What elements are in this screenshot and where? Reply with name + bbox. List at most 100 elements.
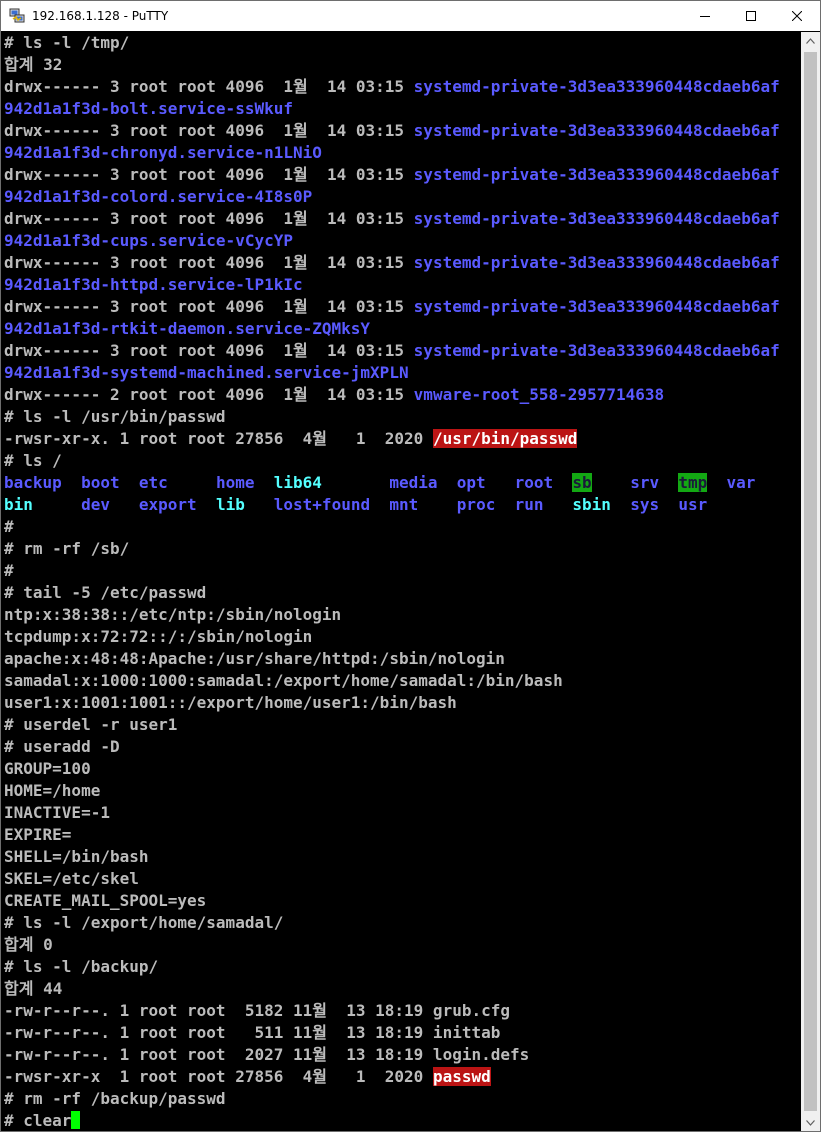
terminal-line: ntp:x:38:38::/etc/ntp:/sbin/nologin (4, 604, 780, 626)
terminal-line: -rwsr-xr-x 1 root root 27856 4월 1 2020 p… (4, 1066, 780, 1088)
terminal-line: GROUP=100 (4, 758, 780, 780)
title-bar[interactable]: 192.168.1.128 - PuTTY (1, 1, 820, 31)
terminal-text: # ls -l /usr/bin/passwd (4, 407, 226, 426)
directory-name: export (138, 495, 197, 514)
directory-name: systemd-private-3d3ea333960448cdaeb6af (413, 209, 780, 228)
terminal-text: SHELL=/bin/bash (4, 847, 149, 866)
terminal-text: # clear (4, 1111, 72, 1130)
scroll-down-arrow-icon (806, 1119, 815, 1126)
directory-name: systemd-private-3d3ea333960448cdaeb6af (413, 121, 780, 140)
terminal-line: drwx------ 3 root root 4096 1월 14 03:15 … (4, 252, 780, 274)
terminal-text: # useradd -D (4, 737, 120, 756)
terminal-line: # userdel -r user1 (4, 714, 780, 736)
directory-name: mnt (389, 495, 419, 514)
putty-computers-icon[interactable] (9, 8, 25, 24)
directory-name: boot (81, 473, 120, 492)
directory-name: sys (630, 495, 660, 514)
terminal-text: CREATE_MAIL_SPOOL=yes (4, 891, 207, 910)
terminal-text: 합계 0 (4, 935, 53, 954)
directory-name: proc (456, 495, 496, 514)
setuid-file-name: /usr/bin/passwd (432, 429, 578, 448)
terminal-text: # ls -l /tmp/ (4, 33, 130, 52)
terminal-line: drwx------ 3 root root 4096 1월 14 03:15 … (4, 208, 780, 230)
terminal-line: drwx------ 3 root root 4096 1월 14 03:15 … (4, 340, 780, 362)
directory-name: home (215, 473, 255, 492)
terminal-text: # (4, 517, 14, 536)
scroll-down-button[interactable] (801, 1114, 820, 1131)
terminal-text: -rwsr-xr-x. 1 root root 27856 4월 1 2020 (4, 429, 433, 448)
maximize-icon (746, 11, 756, 21)
terminal-text: # ls -l /export/home/samadal/ (4, 913, 284, 932)
terminal-line: 942d1a1f3d-rtkit-daemon.service-ZQMksY (4, 318, 780, 340)
close-button[interactable] (774, 1, 820, 31)
directory-name: usr (678, 495, 708, 514)
minimize-icon (700, 16, 710, 17)
terminal-text: # (4, 561, 14, 580)
symlink-name: lib (215, 495, 245, 514)
terminal-line: 합계 0 (4, 934, 780, 956)
terminal-text: HOME=/home (4, 781, 101, 800)
terminal-text: samadal:x:1000:1000:samadal:/export/home… (4, 671, 563, 690)
terminal-line: # rm -rf /backup/passwd (4, 1088, 780, 1110)
terminal-line: bin dev export lib lost+found mnt proc r… (4, 494, 780, 516)
terminal-text: drwx------ 3 root root 4096 1월 14 03:15 (4, 341, 414, 360)
terminal-line: SKEL=/etc/skel (4, 868, 780, 890)
directory-name: systemd-private-3d3ea333960448cdaeb6af (413, 253, 780, 272)
terminal-text: drwx------ 3 root root 4096 1월 14 03:15 (4, 253, 414, 272)
terminal-line: 942d1a1f3d-chronyd.service-n1LNiO (4, 142, 780, 164)
terminal-text: drwx------ 3 root root 4096 1월 14 03:15 (4, 121, 414, 140)
terminal-text: drwx------ 3 root root 4096 1월 14 03:15 (4, 297, 414, 316)
terminal-text: drwx------ 2 root root 4096 1월 14 03:15 (4, 385, 414, 404)
terminal-text: ntp:x:38:38::/etc/ntp:/sbin/nologin (4, 605, 342, 624)
terminal-text: 합계 44 (4, 979, 63, 998)
terminal-line: HOME=/home (4, 780, 780, 802)
directory-name: systemd-private-3d3ea333960448cdaeb6af (413, 297, 780, 316)
directory-name: run (514, 495, 544, 514)
maximize-button[interactable] (728, 1, 774, 31)
terminal-text: # rm -rf /sb/ (4, 539, 130, 558)
terminal-text: -rw-r--r--. 1 root root 2027 11월 13 18:1… (4, 1045, 530, 1064)
scrollbar-thumb[interactable] (804, 52, 817, 1111)
terminal-line: drwx------ 2 root root 4096 1월 14 03:15 … (4, 384, 780, 406)
terminal-text: -rw-r--r--. 1 root root 5182 11월 13 18:1… (4, 1001, 510, 1020)
text-cursor (71, 1111, 81, 1129)
directory-name: 942d1a1f3d-colord.service-4I8s0P (4, 187, 313, 206)
scroll-up-button[interactable] (801, 32, 820, 49)
vertical-scrollbar[interactable] (801, 32, 820, 1131)
sticky-directory-name: sb (572, 473, 592, 492)
terminal-line: 942d1a1f3d-colord.service-4I8s0P (4, 186, 780, 208)
terminal-screen[interactable]: # ls -l /tmp/합계 32 drwx------ 3 root root… (1, 32, 801, 1131)
terminal-line: drwx------ 3 root root 4096 1월 14 03:15 … (4, 164, 780, 186)
directory-name: lost+found (273, 495, 371, 514)
terminal-text: 합계 32 (4, 55, 63, 74)
terminal-text: user1:x:1001:1001::/export/home/user1:/b… (4, 693, 457, 712)
symlink-name: lib64 (273, 473, 322, 492)
directory-name: vmware-root_558-2957714638 (413, 385, 665, 404)
close-icon (792, 11, 802, 21)
terminal-text: INACTIVE=-1 (4, 803, 110, 822)
terminal-line: # ls / (4, 450, 780, 472)
terminal-line: # ls -l /usr/bin/passwd (4, 406, 780, 428)
directory-name: srv (630, 473, 660, 492)
terminal-text: # rm -rf /backup/passwd (4, 1089, 226, 1108)
terminal-line: 942d1a1f3d-httpd.service-lP1kIc (4, 274, 780, 296)
terminal-text: -rw-r--r--. 1 root root 511 11월 13 18:19… (4, 1023, 501, 1042)
directory-name: root (514, 473, 554, 492)
terminal-line: samadal:x:1000:1000:samadal:/export/home… (4, 670, 780, 692)
minimize-button[interactable] (682, 1, 728, 31)
terminal-line: SHELL=/bin/bash (4, 846, 780, 868)
terminal-text: SKEL=/etc/skel (4, 869, 139, 888)
directory-name: 942d1a1f3d-chronyd.service-n1LNiO (4, 143, 322, 162)
